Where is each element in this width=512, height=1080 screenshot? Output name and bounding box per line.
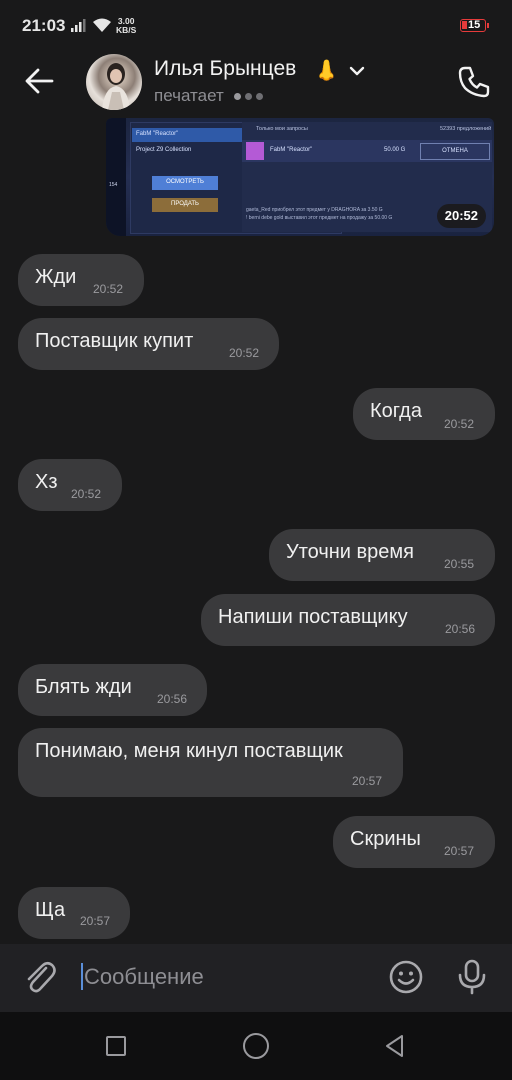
- game-filter-label: Только мои запросы: [256, 126, 308, 132]
- message-text: Жди: [35, 266, 77, 288]
- status-bar: 21:03 3.00 KB/S 15: [0, 0, 512, 52]
- message-time: 20:56: [157, 692, 188, 706]
- game-collection-row: Project Z9 Collection: [132, 144, 242, 156]
- game-collection: Project Z9 Collection: [136, 147, 192, 153]
- game-side-count: 154: [109, 182, 118, 188]
- network-speed: 3.00 KB/S: [116, 17, 136, 35]
- game-log: gaeta_Red приобрел этот предмет у DRAGHO…: [246, 206, 446, 222]
- message-time: 20:57: [80, 914, 111, 928]
- message-composer: Сообщение: [0, 944, 512, 1012]
- microphone-icon[interactable]: [456, 958, 488, 996]
- message-time: 20:57: [352, 774, 383, 788]
- battery-icon: 15: [460, 19, 489, 32]
- game-inspect-label: ОСМОТРЕТЬ: [166, 179, 204, 185]
- typing-status: печатает: [154, 86, 263, 106]
- network-speed-unit: KB/S: [116, 25, 137, 35]
- message-bubble[interactable]: Когда 20:52: [353, 388, 495, 440]
- recent-apps-icon[interactable]: [106, 1036, 126, 1056]
- message-time: 20:52: [93, 282, 124, 296]
- message-text: Когда: [370, 400, 422, 422]
- message-bubble[interactable]: Жди 20:52: [18, 254, 144, 306]
- message-time: 20:52: [71, 487, 102, 501]
- photo-time: 20:52: [436, 204, 486, 228]
- photo-message[interactable]: 154 Только мои запросы 52393 предложений…: [106, 118, 494, 236]
- back-icon[interactable]: [382, 1033, 408, 1059]
- typing-label: печатает: [154, 86, 224, 105]
- game-item-name: FabM "Reactor": [136, 131, 179, 137]
- game-log-line: gaeta_Red приобрел этот предмет у DRAGHO…: [246, 207, 383, 213]
- message-bubble[interactable]: Блять жди 20:56: [18, 664, 207, 716]
- game-cancel-button: ОТМЕНА: [420, 143, 490, 160]
- system-nav-bar: [0, 1012, 512, 1080]
- chevron-down-icon[interactable]: [349, 66, 365, 76]
- game-requests-count: 52393 предложений: [440, 126, 492, 132]
- game-inspect-button: ОСМОТРЕТЬ: [152, 176, 218, 190]
- battery-level: 15: [468, 19, 481, 31]
- message-bubble[interactable]: Уточни время 20:55: [269, 529, 495, 581]
- text-cursor: [81, 963, 83, 990]
- message-bubble[interactable]: Скрины 20:57: [333, 816, 495, 868]
- message-bubble[interactable]: Ща 20:57: [18, 887, 130, 939]
- message-bubble[interactable]: Понимаю, меня кинул поставщик 20:57: [18, 728, 403, 797]
- emoji-icon[interactable]: [388, 959, 424, 995]
- game-cancel-label: ОТМЕНА: [442, 148, 468, 154]
- message-time: 20:52: [444, 417, 475, 431]
- message-time: 20:57: [444, 844, 475, 858]
- game-listing-name: FabM "Reactor": [270, 147, 313, 153]
- nose-emoji: 👃: [314, 60, 339, 82]
- message-text: Ща: [35, 899, 66, 921]
- message-bubble[interactable]: Хз 20:52: [18, 459, 122, 511]
- name-extras: 👃: [314, 58, 365, 83]
- message-text: Напиши поставщику: [218, 606, 408, 628]
- status-time: 21:03: [22, 16, 66, 35]
- home-icon[interactable]: [243, 1033, 269, 1059]
- game-listing-row: FabM "Reactor" 50.00 G ОТМЕНА: [242, 140, 492, 162]
- wifi-icon: [93, 18, 111, 32]
- message-text: Хз: [35, 471, 58, 493]
- message-time: 20:52: [229, 346, 260, 360]
- message-text: Скрины: [350, 828, 421, 850]
- avatar[interactable]: [86, 54, 142, 110]
- game-log-line: ! berni debe gold выставил этот предмет …: [246, 215, 393, 221]
- message-text: Понимаю, меня кинул поставщик: [35, 740, 343, 762]
- message-time: 20:55: [444, 557, 475, 571]
- message-input[interactable]: Сообщение: [84, 964, 204, 990]
- message-bubble[interactable]: Напиши поставщику 20:56: [201, 594, 495, 646]
- message-text: Уточни время: [286, 541, 414, 563]
- cellular-signal-icon: [71, 19, 86, 32]
- message-text: Блять жди: [35, 676, 132, 698]
- game-sell-button: ПРОДАТЬ: [152, 198, 218, 212]
- message-text: Поставщик купит: [35, 330, 194, 352]
- contact-name[interactable]: Илья Брынцев: [154, 57, 296, 81]
- status-icons: 3.00 KB/S: [70, 17, 136, 35]
- chat-header: Илья Брынцев 👃 печатает: [0, 52, 512, 116]
- back-arrow-icon[interactable]: [22, 66, 58, 96]
- phone-icon[interactable]: [456, 64, 492, 100]
- message-bubble[interactable]: Поставщик купит 20:52: [18, 318, 279, 370]
- game-sell-label: ПРОДАТЬ: [171, 201, 199, 207]
- game-sidebar: 154: [106, 118, 126, 236]
- typing-dots-icon: [233, 92, 263, 100]
- game-item-thumbnail: [246, 142, 264, 160]
- paperclip-icon[interactable]: [22, 958, 58, 996]
- message-time: 20:56: [445, 622, 476, 636]
- game-listing-price: 50.00 G: [384, 147, 406, 153]
- game-item-row: FabM "Reactor": [132, 128, 242, 142]
